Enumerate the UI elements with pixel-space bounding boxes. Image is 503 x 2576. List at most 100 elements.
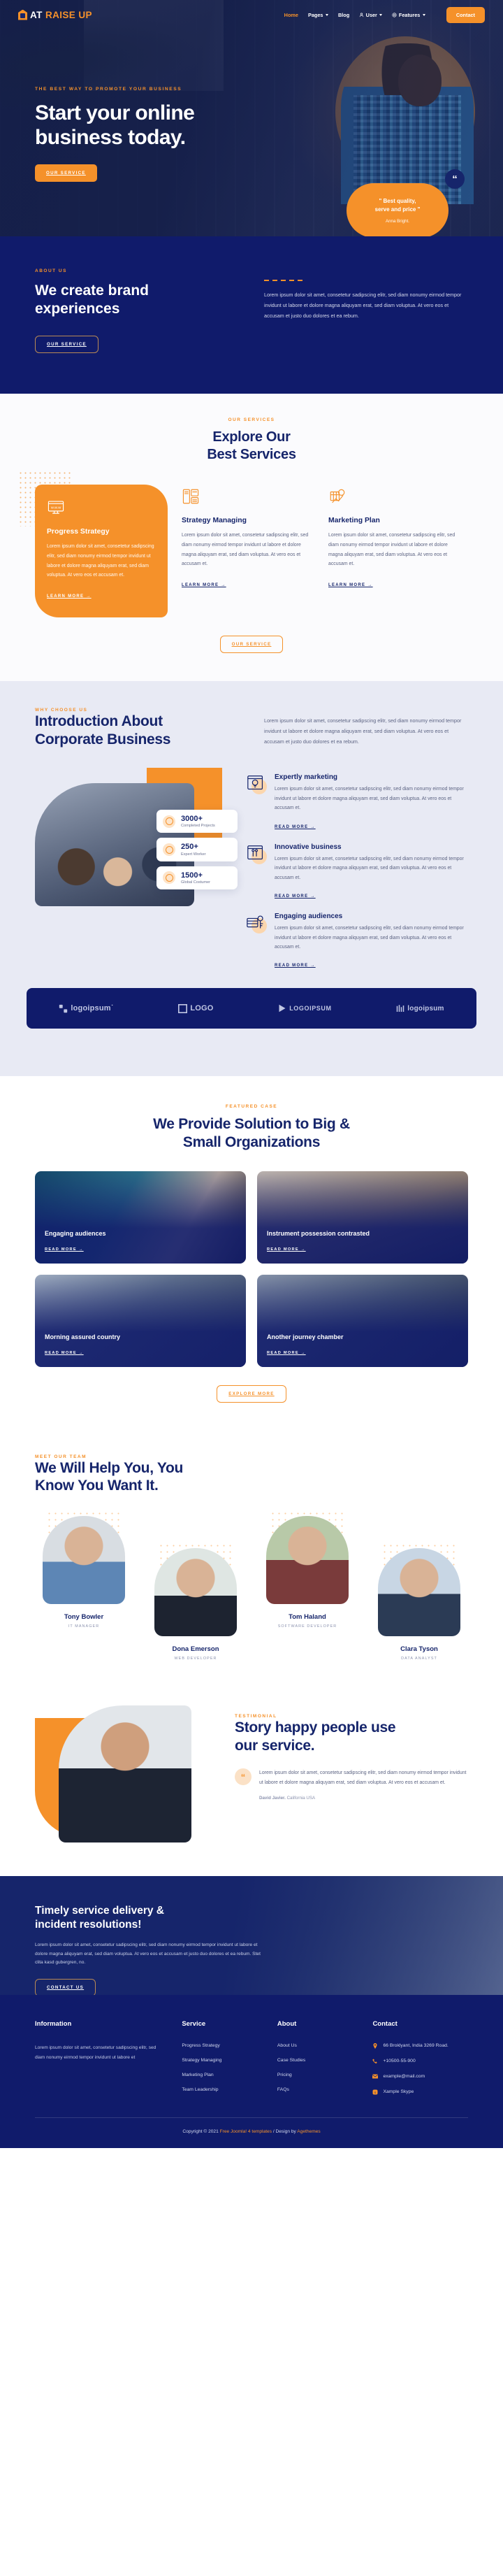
footer-contact-email[interactable]: example@mail.com (372, 2074, 468, 2080)
team-member-name: Clara Tyson (400, 1645, 438, 1653)
team-eyebrow: MEET OUR TEAM (35, 1454, 87, 1459)
footer-link-label: Marketing Plan (182, 2072, 214, 2077)
footer-contact-text: Xample Skype (383, 2089, 414, 2095)
case-title: Morning assured country (45, 1333, 121, 1340)
service-learn-more-link[interactable]: LEARN MORE → (182, 583, 226, 587)
team-member-card[interactable]: Tony Bowler IT MANAGER (35, 1510, 133, 1629)
testimonial-content: TESTIMONIAL Story happy people use our s… (235, 1698, 468, 1801)
footer-link-label: FAQs (277, 2087, 289, 2092)
team-title-line2: Know You Want It. (35, 1477, 159, 1494)
copyright-link-agethemes[interactable]: Agethemes (297, 2129, 320, 2134)
case-read-more-link[interactable]: READ MORE → (267, 1351, 306, 1355)
services-eyebrow: OUR SERVICES (228, 417, 275, 422)
footer-link[interactable]: Team Leadership (182, 2087, 277, 2092)
footer-link[interactable]: Strategy Managing (182, 2058, 277, 2063)
why-left: WHY CHOOSE US Introduction About Corpora… (35, 708, 238, 748)
team-member-card[interactable]: Clara Tyson DATA ANALYST (370, 1542, 468, 1661)
feature-text: Lorem ipsum dolor sit amet, consetetur s… (275, 926, 464, 950)
footer-link[interactable]: About Us (277, 2043, 373, 2048)
contact-button[interactable]: Contact (446, 6, 485, 23)
nav-item-user[interactable]: User (359, 12, 383, 18)
skype-icon: S (372, 2089, 378, 2095)
testimonial-photo (59, 1705, 191, 1842)
nav-label: Blog (337, 11, 350, 18)
service-card[interactable]: Strategy Managing Lorem ipsum dolor sit … (182, 485, 314, 589)
about-section: ABOUT US We create brand experiences OUR… (0, 236, 503, 394)
services-grid: W.W.W Progress Strategy Lorem ipsum dolo… (18, 470, 468, 618)
cta-button[interactable]: CONTACT US (35, 1979, 96, 1995)
logoipsum-bars-icon (397, 1005, 404, 1012)
services-bottom-button[interactable]: OUR SERVICE (219, 636, 284, 654)
feature-read-more-link[interactable]: READ MORE → (275, 825, 316, 829)
why-right: Lorem ipsum dolor sit amet, consetetur s… (264, 708, 468, 748)
lightbulb-window-icon (246, 773, 267, 795)
service-card[interactable]: W.W.W Progress Strategy Lorem ipsum dolo… (18, 470, 168, 618)
cta-content: Timely service delivery & incident resol… (35, 1904, 265, 1995)
testimonial-eyebrow: TESTIMONIAL (235, 1713, 277, 1719)
cases-grid: Engaging audiences READ MORE → Instrumen… (35, 1171, 468, 1367)
quote-mark-icon: “ (445, 169, 465, 189)
feature-read-more-link[interactable]: READ MORE → (275, 894, 316, 899)
team-member-card[interactable]: Tom Haland SOFTWARE DEVELOPER (258, 1510, 356, 1629)
partner-logo-1: logoipsum˙ (59, 1004, 113, 1013)
nav-item-blog[interactable]: Blog (338, 12, 349, 18)
about-cta-button[interactable]: OUR SERVICE (35, 335, 99, 353)
copyright-prefix: Copyright © 2021 (182, 2128, 220, 2134)
case-card[interactable]: Morning assured country READ MORE → (35, 1274, 246, 1367)
about-left: ABOUT US We create brand experiences OUR… (35, 269, 238, 353)
logo-text-accent: RAISE UP (45, 9, 92, 20)
service-text: Lorem ipsum dolor sit amet, consetetur s… (47, 543, 154, 578)
cta-paragraph: Lorem ipsum dolor sit amet, consetetur s… (35, 1942, 261, 1966)
cases-bottom-button[interactable]: EXPLORE MORE (217, 1384, 286, 1403)
cta-title: Timely service delivery & incident resol… (35, 1904, 265, 1933)
case-card[interactable]: Another journey chamber READ MORE → (257, 1274, 468, 1367)
footer-link[interactable]: Pricing (277, 2073, 373, 2077)
team-member-role: WEB DEVELOPER (174, 1656, 217, 1661)
testimonial-section: TESTIMONIAL Story happy people use our s… (0, 1691, 503, 1876)
footer-column-service: Service Progress Strategy Strategy Manag… (182, 2020, 277, 2105)
case-card[interactable]: Engaging audiences READ MORE → (35, 1171, 246, 1264)
logoipsum-wordmark-icon (59, 1004, 68, 1013)
footer-link[interactable]: Progress Strategy (182, 2043, 277, 2048)
nav-item-pages[interactable]: Pages (308, 12, 328, 18)
team-member-card[interactable]: Dona Emerson WEB DEVELOPER (147, 1542, 245, 1661)
service-learn-more-link[interactable]: LEARN MORE → (47, 594, 92, 599)
partner-logo-2: LOGO (178, 1003, 213, 1013)
layout-grid-icon (182, 489, 199, 504)
case-read-more-link[interactable]: READ MORE → (267, 1247, 306, 1252)
team-member-role: DATA ANALYST (401, 1656, 437, 1661)
service-learn-more-link[interactable]: LEARN MORE → (328, 583, 373, 587)
service-text: Lorem ipsum dolor sit amet, consetetur s… (182, 532, 309, 567)
stat-card: 1500+ Global Costumer (156, 866, 238, 889)
hero-title-line1: Start your online (35, 101, 195, 124)
footer-contact-skype[interactable]: S Xample Skype (372, 2089, 468, 2095)
featured-cases-section: FEATURED CASE We Provide Solution to Big… (0, 1076, 503, 1433)
hero-cta-button[interactable]: OUR SERVICE (35, 164, 97, 182)
site-logo[interactable]: AT RAISE UP (18, 9, 92, 20)
case-title: Another journey chamber (267, 1333, 344, 1340)
footer-link[interactable]: Case Studies (277, 2058, 373, 2063)
footer-link-label: Strategy Managing (182, 2057, 222, 2063)
footer-link[interactable]: Marketing Plan (182, 2073, 277, 2077)
service-card[interactable]: Marketing Plan Lorem ipsum dolor sit ame… (328, 485, 461, 589)
partner-logo-3: LOGOIPSUM (278, 1004, 331, 1012)
nav-item-home[interactable]: Home (284, 12, 298, 18)
feature-title: Innovative business (275, 843, 342, 851)
landing-page: AT RAISE UP Home Pages Blog User Feature… (0, 0, 503, 2148)
footer-contact-phone[interactable]: +10500-55-900 (372, 2059, 468, 2064)
hero-eyebrow: THE BEST WAY TO PROMOTE YOUR BUSINESS (35, 87, 182, 92)
case-card[interactable]: Instrument possession contrasted READ MO… (257, 1171, 468, 1264)
copyright-link-templates[interactable]: Free Joomla! 4 templates (220, 2129, 272, 2134)
nav-item-features[interactable]: Features (392, 12, 425, 18)
team-member-role: SOFTWARE DEVELOPER (277, 1624, 337, 1629)
hero-content: THE BEST WAY TO PROMOTE YOUR BUSINESS St… (35, 87, 265, 182)
stat-number: 1500+ (181, 871, 203, 880)
case-read-more-link[interactable]: READ MORE → (45, 1351, 84, 1355)
avatar (266, 1515, 349, 1604)
monitor-www-icon: W.W.W (48, 501, 64, 514)
user-icon (359, 13, 364, 17)
cases-eyebrow: FEATURED CASE (225, 1104, 278, 1110)
feature-read-more-link[interactable]: READ MORE → (275, 964, 316, 968)
case-read-more-link[interactable]: READ MORE → (45, 1247, 84, 1252)
footer-link[interactable]: FAQs (277, 2087, 373, 2092)
